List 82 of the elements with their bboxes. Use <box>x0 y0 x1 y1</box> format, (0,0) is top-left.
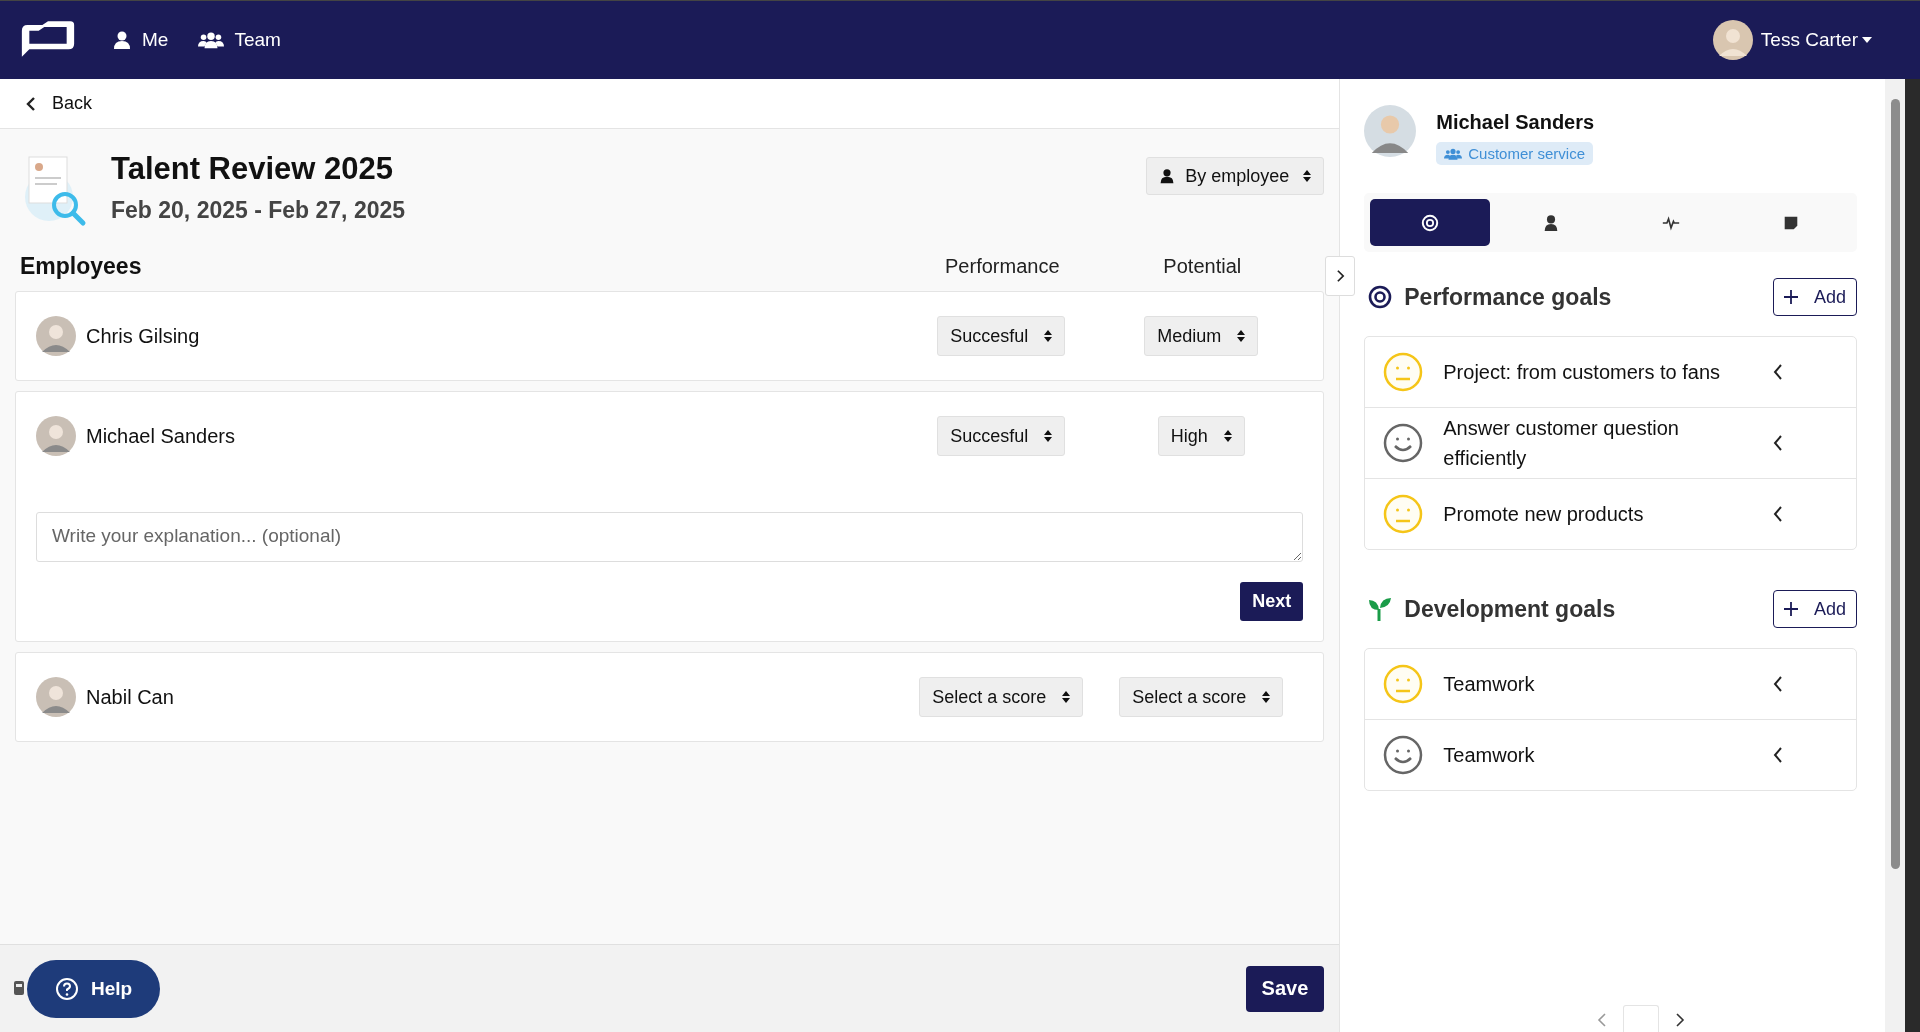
goal-title: Project: from customers to fans <box>1443 360 1722 385</box>
avatar <box>36 416 76 456</box>
save-button[interactable]: Save <box>1245 965 1325 1012</box>
sort-icon <box>1062 690 1071 704</box>
add-button[interactable]: Add <box>1773 590 1857 628</box>
performance-select[interactable]: Succesful <box>937 316 1066 356</box>
tab[interactable] <box>1370 199 1491 246</box>
employees-heading: Employees <box>20 252 142 280</box>
sort-icon <box>1303 169 1312 183</box>
sort-icon <box>1237 329 1246 343</box>
profile-name: Michael Sanders <box>1436 111 1595 134</box>
goal-title: Teamwork <box>1443 672 1536 697</box>
nav-link[interactable]: Team <box>198 29 281 51</box>
goal-title: Promote new products <box>1443 502 1645 527</box>
goal-item[interactable]: Promote new products <box>1365 478 1856 549</box>
chevron-left-icon <box>1773 363 1784 381</box>
team-icon <box>1444 146 1463 161</box>
person-icon <box>112 30 132 50</box>
neutral-face-icon <box>1383 494 1424 534</box>
potential-select[interactable]: Select a score <box>1119 677 1284 717</box>
sprout-icon <box>1368 597 1393 621</box>
column-header: Potential <box>1162 254 1243 278</box>
employee-name: Michael Sanders <box>86 424 235 448</box>
sort-icon <box>1044 329 1053 343</box>
next-button[interactable]: Next <box>1240 582 1304 621</box>
column-header: Performance <box>944 254 1061 278</box>
chevron-right-icon[interactable] <box>1674 1012 1685 1028</box>
employee-name: Chris Gilsing <box>86 324 200 348</box>
team-tag: Customer service <box>1436 142 1593 165</box>
neutral-face-icon <box>1383 352 1424 392</box>
logo-icon[interactable] <box>20 21 76 59</box>
employee-name: Nabil Can <box>86 685 174 709</box>
sort-icon <box>1262 690 1271 704</box>
user-menu[interactable]: Tess Carter <box>1760 29 1872 51</box>
potential-select[interactable]: High <box>1157 416 1245 456</box>
goal-item[interactable]: Answer customer question efficiently <box>1365 407 1856 478</box>
sort-icon <box>1044 429 1053 443</box>
explanation-field[interactable]: Write your explanation... (optional) <box>36 512 1304 562</box>
smiley-face-icon <box>1383 735 1424 775</box>
caret-icon <box>1862 37 1872 43</box>
chevron-left-icon <box>1773 746 1784 764</box>
team-icon <box>198 30 225 50</box>
chevron-left-icon <box>1773 675 1784 693</box>
target-icon <box>1368 285 1393 309</box>
view-select[interactable]: By employee <box>1146 157 1325 195</box>
avatar <box>1364 105 1417 157</box>
goal-item[interactable]: Project: from customers to fans <box>1365 337 1856 407</box>
target-icon <box>1421 213 1440 232</box>
smiley-face-icon <box>1383 423 1424 463</box>
back-link[interactable]: Back <box>26 93 93 114</box>
potential-select[interactable]: Medium <box>1144 316 1259 356</box>
goal-title: Answer customer question efficiently <box>1443 416 1680 471</box>
section-title: Development goals <box>1404 595 1616 623</box>
chevron-left-icon <box>1773 434 1784 452</box>
review-dates: Feb 20, 2025 - Feb 27, 2025 <box>111 197 406 224</box>
nav-link[interactable]: Me <box>112 29 169 51</box>
avatar <box>36 316 76 356</box>
chevron-left-icon <box>26 95 36 112</box>
help-icon <box>55 976 79 1001</box>
help-button[interactable]: Help <box>27 959 161 1018</box>
avatar <box>1712 20 1753 60</box>
performance-select[interactable]: Select a score <box>919 677 1084 717</box>
collapse-button[interactable] <box>1325 256 1356 296</box>
scrollbar-thumb[interactable] <box>1890 99 1900 869</box>
goal-title: Teamwork <box>1443 743 1536 768</box>
person-icon <box>1159 168 1176 184</box>
scrollbar[interactable] <box>1885 79 1905 1032</box>
plus-icon <box>1784 602 1798 616</box>
sort-icon <box>1223 429 1232 443</box>
plus-icon <box>1784 290 1798 304</box>
add-button[interactable]: Add <box>1773 278 1857 316</box>
performance-select[interactable]: Succesful <box>937 416 1066 456</box>
chevron-right-icon <box>1335 269 1345 283</box>
goal-item[interactable]: Teamwork <box>1365 719 1856 790</box>
avatar <box>36 677 76 717</box>
section-title: Performance goals <box>1404 283 1612 311</box>
review-title: Talent Review 2025 <box>111 150 394 187</box>
neutral-face-icon <box>1383 664 1424 704</box>
chevron-left-icon <box>1773 505 1784 523</box>
goal-item[interactable]: Teamwork <box>1365 649 1856 719</box>
grid-icon <box>14 981 24 995</box>
chevron-left-icon[interactable] <box>1596 1012 1607 1028</box>
